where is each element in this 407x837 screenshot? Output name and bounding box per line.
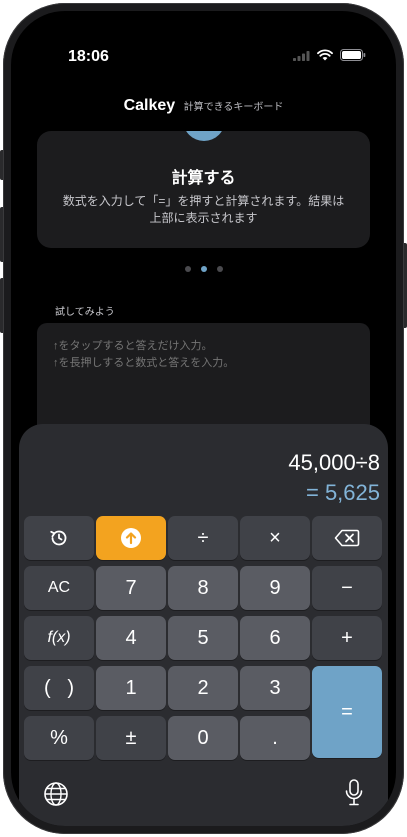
divide-key[interactable]: ÷ [168,516,238,560]
digit-4-key[interactable]: 4 [96,616,166,660]
digit-9-key[interactable]: 9 [240,566,310,610]
status-time: 18:06 [68,48,109,65]
digit-1-key[interactable]: 1 [96,666,166,710]
history-icon [50,530,67,546]
digit-7-key[interactable]: 7 [96,566,166,610]
digit-2-key[interactable]: 2 [168,666,238,710]
tutorial-illustration [183,131,225,141]
globe-icon [44,782,68,806]
page-dot-1[interactable] [184,266,191,272]
screen: 18:06 Calkey 計算できるキーボード 計算する 数式を入力して「=」を… [11,11,396,826]
digit-6-key[interactable]: 6 [240,616,310,660]
tutorial-title: 計算する [171,170,236,187]
signal-icon [293,50,310,61]
percent-key[interactable]: % [24,716,94,760]
plus-key[interactable]: + [312,616,382,660]
page-dot-2[interactable] [200,266,207,272]
tutorial-card[interactable]: 計算する 数式を入力して「=」を押すと計算されます。結果は上部に表示されます [37,131,370,248]
function-key[interactable]: f(x) [24,616,94,660]
arrow-up-circle-icon [121,528,141,548]
equals-key[interactable]: = [312,666,382,758]
page-indicator[interactable] [11,266,396,272]
backspace-icon [334,529,360,547]
app-subtitle: 計算できるキーボード [183,102,284,113]
parentheses-key[interactable]: ( ) [24,666,94,710]
phone-frame: 18:06 Calkey 計算できるキーボード 計算する 数式を入力して「=」を… [3,3,404,834]
microphone-button[interactable] [344,779,364,812]
digit-0-key[interactable]: 0 [168,716,238,760]
multiply-key[interactable]: × [240,516,310,560]
insert-button[interactable] [96,516,166,560]
wifi-icon [317,49,333,61]
app-header: Calkey 計算できるキーボード [11,97,396,115]
microphone-icon [345,779,363,806]
calc-display: 45,000÷8 = 5,625 [288,450,380,506]
digit-3-key[interactable]: 3 [240,666,310,710]
decimal-key[interactable]: . [240,716,310,760]
app-title: Calkey [123,97,176,114]
battery-icon [340,49,366,61]
status-icons [293,49,366,61]
clear-key[interactable]: AC [24,566,94,610]
tutorial-description: 数式を入力して「=」を押すと計算されます。結果は上部に表示されます [62,194,345,225]
try-label: 試してみよう [55,307,115,318]
minus-key[interactable]: − [312,566,382,610]
backspace-button[interactable] [312,516,382,560]
result-text: = 5,625 [305,480,380,505]
digit-5-key[interactable]: 5 [168,616,238,660]
history-button[interactable] [24,516,94,560]
globe-button[interactable] [43,781,69,812]
expression-text: 45,000÷8 [288,450,380,475]
page-dot-3[interactable] [216,266,223,272]
plus-minus-key[interactable]: ± [96,716,166,760]
calculator-keyboard: 45,000÷8 = 5,625 ÷ × AC 7 8 9 − f(x) 4 5… [19,424,388,826]
digit-8-key[interactable]: 8 [168,566,238,610]
